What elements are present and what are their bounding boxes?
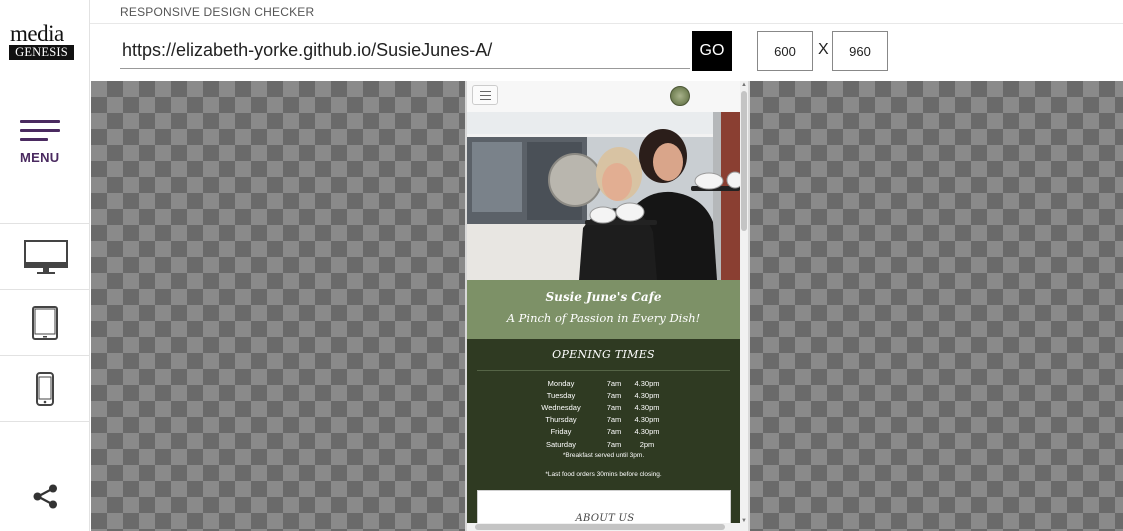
desktop-icon	[24, 240, 68, 274]
vertical-scroll-thumb[interactable]	[741, 91, 747, 231]
hours-row: Monday 7am 4.30pm	[467, 379, 740, 391]
desktop-view-button[interactable]	[0, 224, 90, 290]
hamburger-icon	[480, 91, 491, 92]
site-nav-toggle[interactable]	[472, 85, 498, 105]
hours-close: 2pm	[639, 440, 655, 449]
menu-label: MENU	[20, 150, 60, 165]
vertical-scrollbar[interactable]: ▲ ▼	[740, 81, 748, 531]
hours-row: Wednesday 7am 4.30pm	[467, 403, 740, 415]
hours-open: 7am	[606, 403, 622, 412]
width-input[interactable]	[757, 31, 813, 71]
horizontal-scrollbar[interactable]	[467, 523, 740, 531]
hours-day: Friday	[550, 427, 572, 436]
horizontal-scroll-thumb[interactable]	[475, 524, 725, 530]
go-button[interactable]: GO	[692, 31, 732, 71]
url-input[interactable]	[120, 33, 690, 69]
device-frame: Susie June's Cafe A Pinch of Passion in …	[465, 81, 750, 531]
share-button[interactable]	[32, 483, 59, 510]
hours-day: Saturday	[545, 440, 577, 449]
hours-open: 7am	[606, 415, 622, 424]
header-divider	[90, 23, 1123, 24]
hours-close: 4.30pm	[634, 427, 660, 436]
hours-close: 4.30pm	[634, 391, 660, 400]
hamburger-icon	[20, 120, 60, 123]
mobile-icon	[36, 372, 54, 406]
hours-close: 4.30pm	[634, 403, 660, 412]
hours-day: Tuesday	[546, 391, 576, 400]
page-title: RESPONSIVE DESIGN CHECKER	[120, 5, 315, 19]
tablet-view-button[interactable]	[0, 290, 90, 356]
logo-text-top: media	[10, 21, 64, 46]
site-logo-icon[interactable]	[670, 86, 690, 106]
hours-row: Tuesday 7am 4.30pm	[467, 391, 740, 403]
dimension-separator: X	[818, 41, 829, 58]
title-band	[467, 280, 740, 339]
share-icon	[33, 484, 57, 509]
menu-button[interactable]: MENU	[0, 110, 90, 170]
tablet-icon	[32, 306, 58, 340]
sidebar: media GENESIS MENU	[0, 0, 90, 531]
logo-text-bottom: GENESIS	[9, 45, 74, 60]
hours-open: 7am	[606, 391, 622, 400]
hours-day: Wednesday	[541, 403, 581, 412]
cafe-tagline: A Pinch of Passion in Every Dish!	[506, 311, 701, 325]
opening-times-divider	[477, 370, 730, 371]
hours-row: Thursday 7am 4.30pm	[467, 415, 740, 427]
hours-day: Monday	[547, 379, 575, 388]
scroll-up-icon[interactable]: ▲	[740, 81, 748, 89]
site-preview[interactable]: Susie June's Cafe A Pinch of Passion in …	[467, 81, 740, 531]
hours-row: Friday 7am 4.30pm	[467, 427, 740, 439]
opening-times-heading: OPENING TIMES	[552, 348, 655, 361]
hours-close: 4.30pm	[634, 415, 660, 424]
last-orders-note: *Last food orders 30mins before closing.	[545, 471, 662, 478]
cafe-title: Susie June's Cafe	[545, 290, 662, 304]
hours-day: Thursday	[545, 415, 577, 424]
hero-photo	[467, 112, 740, 280]
hours-open: 7am	[606, 379, 622, 388]
hours-open: 7am	[606, 440, 622, 449]
hero-image	[467, 112, 740, 280]
mobile-view-button[interactable]	[0, 356, 90, 422]
site-navbar	[467, 81, 740, 112]
breakfast-note: *Breakfast served until 3pm.	[562, 452, 645, 459]
hours-open: 7am	[606, 427, 622, 436]
height-input[interactable]	[832, 31, 888, 71]
scroll-down-icon[interactable]: ▼	[740, 517, 748, 525]
hours-close: 4.30pm	[634, 379, 660, 388]
hours-row: Saturday 7am 2pm	[467, 440, 740, 452]
media-genesis-logo[interactable]: media GENESIS	[9, 21, 75, 60]
